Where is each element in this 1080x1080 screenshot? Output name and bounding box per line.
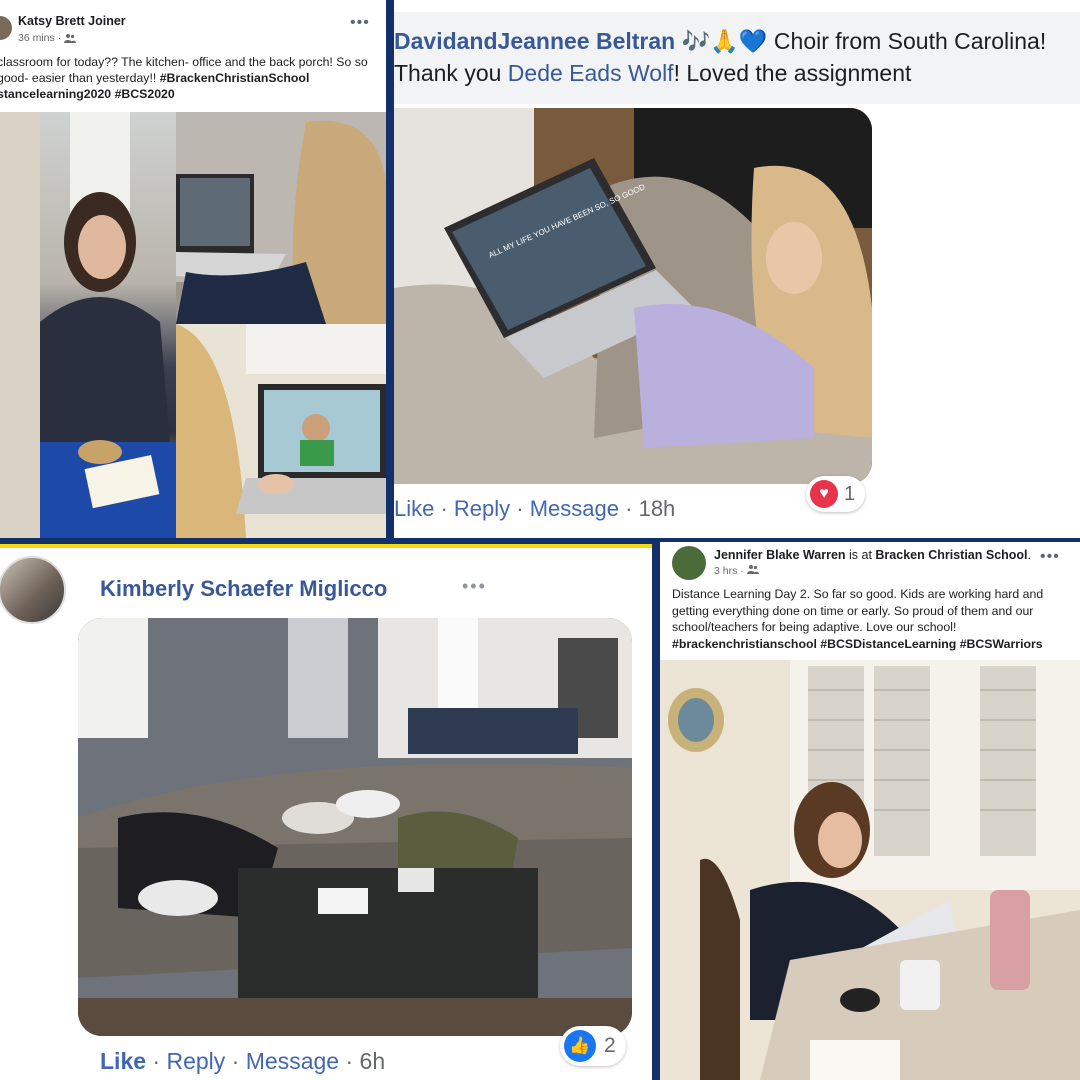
reply-link[interactable]: Reply xyxy=(166,1048,225,1074)
mention-link[interactable]: Dede Eads Wolf xyxy=(508,60,674,86)
more-dots-icon[interactable]: ••• xyxy=(462,576,487,597)
reply-link[interactable]: Reply xyxy=(454,496,510,521)
post-meta: 36 mins · xyxy=(18,32,77,44)
author-name[interactable]: DavidandJeannee Beltran xyxy=(394,28,675,54)
photo-girl-laptop-office[interactable] xyxy=(176,324,386,538)
photo-art xyxy=(0,112,176,538)
post-header: Jennifer Blake Warren is at Bracken Chri… xyxy=(714,548,1032,562)
photo-girl-laptop-dining[interactable] xyxy=(660,660,1080,1080)
message-link[interactable]: Message xyxy=(530,496,619,521)
post-time[interactable]: 36 mins xyxy=(18,32,55,44)
reaction-count: 1 xyxy=(844,482,856,505)
photo-kids-couch[interactable] xyxy=(78,618,632,1036)
photo-girl-kitchen[interactable] xyxy=(0,112,176,538)
post-beltran: DavidandJeannee Beltran 🎶🙏💙 Choir from S… xyxy=(394,0,1080,538)
hashtag-link[interactable]: stancelearning2020 #BCS2020 xyxy=(0,87,175,101)
comment-time[interactable]: 18h xyxy=(639,496,676,521)
like-link[interactable]: Like xyxy=(100,1048,146,1074)
photo-art xyxy=(660,660,1080,1080)
photo-girl-laptop-porch[interactable] xyxy=(176,112,386,324)
reaction-pill[interactable]: 👍 2 xyxy=(560,1026,626,1066)
post-text: classroom for today?? The kitchen- offic… xyxy=(0,54,382,102)
photo-art xyxy=(176,324,386,538)
friends-icon xyxy=(746,565,759,574)
more-dots-icon[interactable]: ••• xyxy=(1040,548,1060,566)
vertical-divider-top xyxy=(386,0,394,540)
vertical-divider-bottom xyxy=(652,538,660,1080)
avatar[interactable] xyxy=(672,546,706,580)
comment-line2: Thank you Dede Eads Wolf! Loved the assi… xyxy=(394,60,912,86)
hashtag-link[interactable]: #BrackenChristianSchool xyxy=(160,71,310,85)
avatar[interactable] xyxy=(0,556,66,624)
place-link[interactable]: Bracken Christian School xyxy=(875,548,1027,562)
hashtag-links[interactable]: #brackenchristianschool #BCSDistanceLear… xyxy=(672,637,1043,651)
post-meta: 3 hrs · xyxy=(714,564,759,577)
photo-art xyxy=(176,112,386,324)
post-time[interactable]: 3 hrs xyxy=(714,565,737,577)
author-name[interactable]: Katsy Brett Joiner xyxy=(18,14,126,28)
reaction-pill[interactable]: ♥ 1 xyxy=(806,476,866,512)
heart-reaction-icon: ♥ xyxy=(810,480,838,508)
emoji: 🎶🙏💙 xyxy=(681,28,768,54)
friends-icon xyxy=(64,34,77,43)
comment-line1: DavidandJeannee Beltran 🎶🙏💙 Choir from S… xyxy=(394,28,1047,54)
reaction-count: 2 xyxy=(604,1034,616,1057)
thumbs-up-reaction-icon: 👍 xyxy=(564,1030,596,1062)
post-katsy: Katsy Brett Joiner 36 mins · ••• classro… xyxy=(0,0,386,538)
post-kimberly: Kimberly Schaefer Miglicco ••• Like · Re… xyxy=(0,548,652,1080)
avatar[interactable] xyxy=(0,16,12,40)
comment-actions: Like · Reply · Message · 18h xyxy=(394,496,676,521)
comment-bubble xyxy=(394,12,1080,104)
comment-time[interactable]: 6h xyxy=(360,1048,386,1074)
like-link[interactable]: Like xyxy=(394,496,434,521)
message-link[interactable]: Message xyxy=(246,1048,339,1074)
post-jennifer: Jennifer Blake Warren is at Bracken Chri… xyxy=(660,542,1080,1080)
photo-art: ALL MY LIFE YOU HAVE BEEN SO, SO GOOD xyxy=(394,108,872,484)
author-name[interactable]: Jennifer Blake Warren xyxy=(714,548,846,562)
comment-actions: Like · Reply · Message · 6h xyxy=(100,1048,386,1074)
author-name[interactable]: Kimberly Schaefer Miglicco xyxy=(100,576,387,602)
post-text: Distance Learning Day 2. So far so good.… xyxy=(672,587,1044,651)
photo-girl-laptop-chair[interactable]: ALL MY LIFE YOU HAVE BEEN SO, SO GOOD xyxy=(394,108,872,484)
more-dots-icon[interactable]: ••• xyxy=(350,14,370,32)
photo-art xyxy=(78,618,632,1036)
